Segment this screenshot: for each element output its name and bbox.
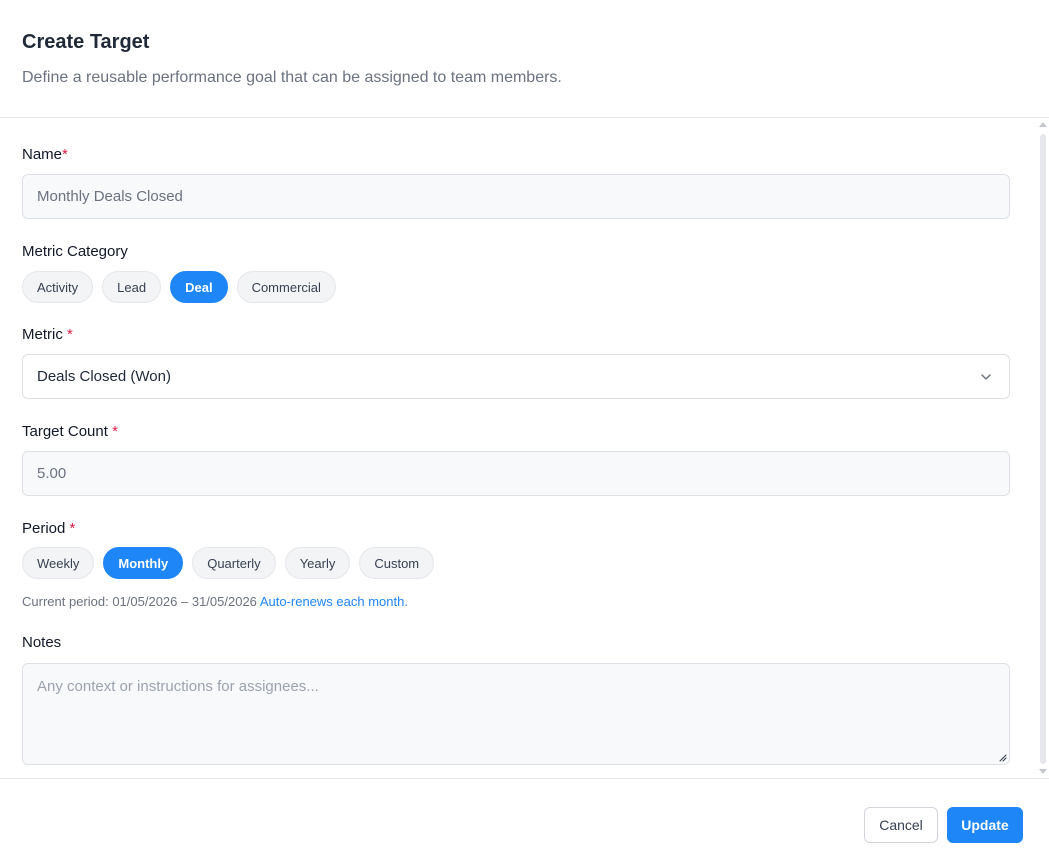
chevron-down-icon	[981, 374, 991, 380]
name-input-placeholder: Monthly Deals Closed	[37, 188, 183, 205]
resize-handle-icon[interactable]	[997, 752, 1007, 762]
scroll-down-arrow-icon[interactable]	[1039, 769, 1047, 774]
metric-category-lead[interactable]: Lead	[102, 271, 162, 303]
dialog-body: Name* Monthly Deals Closed Metric Catego…	[0, 118, 1049, 778]
scroll-thumb[interactable]	[1040, 134, 1046, 764]
metric-category-commercial[interactable]: Commercial	[236, 271, 336, 303]
period-custom[interactable]: Custom	[359, 547, 435, 579]
page-title: Create Target	[22, 31, 150, 53]
cancel-button[interactable]: Cancel	[864, 807, 938, 843]
metric-select-value: Deals Closed (Won)	[37, 368, 171, 385]
page-subtitle: Define a reusable performance goal that …	[22, 69, 562, 86]
period-weekly[interactable]: Weekly	[22, 547, 95, 579]
current-period-text: Current period: 01/05/2026 – 31/05/2026	[22, 594, 257, 609]
period-monthly[interactable]: Monthly	[103, 547, 184, 579]
name-label: Name*	[22, 146, 68, 163]
period-options: Weekly Monthly Quarterly Yearly Custom	[22, 547, 435, 579]
name-input[interactable]: Monthly Deals Closed	[22, 174, 1010, 219]
scroll-up-arrow-icon[interactable]	[1039, 122, 1047, 127]
notes-label: Notes	[22, 634, 62, 651]
required-marker: *	[67, 326, 73, 343]
required-marker: *	[112, 423, 118, 440]
period-quarterly[interactable]: Quarterly	[192, 547, 276, 579]
required-marker: *	[69, 520, 76, 537]
dialog-footer: Cancel Update	[0, 778, 1049, 864]
period-label: Period *	[22, 520, 76, 537]
period-yearly[interactable]: Yearly	[284, 547, 351, 579]
notes-placeholder: Any context or instructions for assignee…	[37, 678, 319, 695]
auto-renew-note: Auto-renews each month.	[259, 594, 408, 609]
metric-label: Metric *	[22, 326, 73, 343]
required-marker: *	[62, 146, 68, 163]
metric-select[interactable]: Deals Closed (Won)	[22, 354, 1010, 399]
target-count-placeholder: 5.00	[37, 465, 67, 482]
metric-category-deal[interactable]: Deal	[170, 271, 228, 303]
metric-category-label: Metric Category	[22, 243, 128, 260]
dialog-header: Create Target Define a reusable performa…	[0, 0, 1049, 118]
metric-category-options: Activity Lead Deal Commercial	[22, 271, 336, 303]
notes-textarea[interactable]: Any context or instructions for assignee…	[22, 663, 1010, 765]
scrollbar[interactable]	[1037, 118, 1049, 778]
target-count-label: Target Count *	[22, 423, 118, 440]
target-count-input[interactable]: 5.00	[22, 451, 1010, 496]
update-button[interactable]: Update	[947, 807, 1023, 843]
metric-category-activity[interactable]: Activity	[22, 271, 94, 303]
current-period-info: Current period: 01/05/2026 – 31/05/2026 …	[22, 594, 408, 609]
